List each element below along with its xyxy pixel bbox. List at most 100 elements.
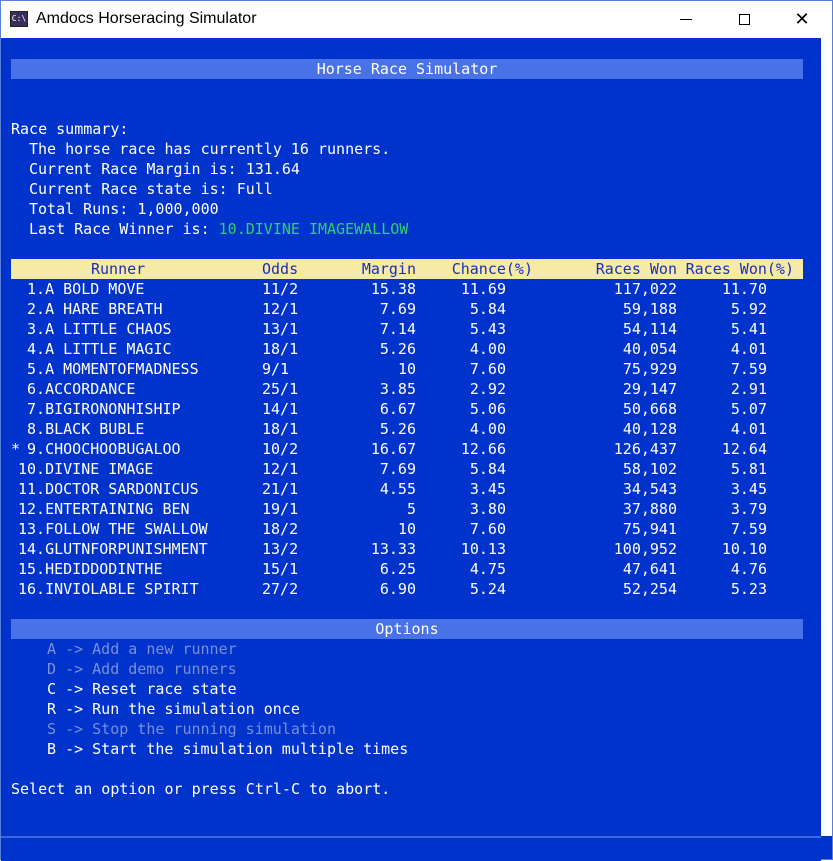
option-key: R bbox=[47, 700, 57, 718]
bottom-edge bbox=[1, 836, 821, 861]
summary-runs: Total Runs: 1,000,000 bbox=[29, 200, 219, 218]
runner-margin: 15.38 bbox=[370, 280, 416, 298]
runner-margin: 16.67 bbox=[370, 440, 416, 458]
runner-races-won: 75,941 bbox=[622, 520, 677, 538]
runner-margin: 10 bbox=[397, 360, 416, 378]
runner-races-won-pct: 5.07 bbox=[730, 400, 767, 418]
close-button[interactable]: ✕ bbox=[772, 1, 832, 38]
runner-odds: 19/1 bbox=[262, 500, 299, 518]
option-label: Stop the running simulation bbox=[92, 720, 336, 738]
summary-runners: The horse race has currently 16 runners. bbox=[29, 140, 391, 158]
option-d[interactable]: D -> Add demo runners bbox=[47, 659, 237, 679]
summary-winner-line: Last Race Winner is: 10.DIVINE IMAGEWALL… bbox=[29, 219, 408, 239]
runner-races-won: 40,054 bbox=[622, 340, 677, 358]
runner-races-won-pct: 7.59 bbox=[730, 520, 767, 538]
runner-races-won-pct: 3.79 bbox=[730, 500, 767, 518]
option-a[interactable]: A -> Add a new runner bbox=[47, 639, 237, 659]
runner-name: 8.BLACK BUBLE bbox=[18, 420, 145, 438]
runner-name: 9.CHOOCHOOBUGALOO bbox=[18, 440, 181, 458]
winner-label: Last Race Winner is: bbox=[29, 220, 219, 238]
runner-name: 16.INVIOLABLE SPIRIT bbox=[18, 580, 199, 598]
option-arrow: -> bbox=[65, 680, 84, 698]
runner-odds: 13/1 bbox=[262, 320, 299, 338]
runner-races-won-pct: 5.92 bbox=[730, 300, 767, 318]
option-label: Add demo runners bbox=[92, 660, 237, 678]
option-r[interactable]: R -> Run the simulation once bbox=[47, 699, 300, 719]
runner-chance: 5.06 bbox=[469, 400, 506, 418]
minimize-button[interactable] bbox=[656, 1, 716, 38]
runner-races-won: 47,641 bbox=[622, 560, 677, 578]
table-row: 5.A MOMENTOFMADNESS 9/1 10 7.60 75,929 7.59 bbox=[11, 359, 803, 379]
runner-races-won: 40,128 bbox=[622, 420, 677, 438]
runner-name: 7.BIGIRONONHISHIP bbox=[18, 400, 181, 418]
title-bar[interactable]: C:\ Amdocs Horseracing Simulator ✕ bbox=[1, 1, 832, 38]
option-key: C bbox=[47, 680, 57, 698]
table-row: 16.INVIOLABLE SPIRIT 27/2 6.90 5.24 52,254 5.… bbox=[11, 579, 803, 599]
runner-odds: 14/1 bbox=[262, 400, 299, 418]
simulator-banner: Horse Race Simulator bbox=[11, 59, 803, 79]
runner-odds: 13/2 bbox=[262, 540, 299, 558]
console-window: C:\ Amdocs Horseracing Simulator ✕ Horse… bbox=[0, 0, 833, 861]
runner-races-won-pct: 10.10 bbox=[721, 540, 767, 558]
runner-name: 14.GLUTNFORPUNISHMENT bbox=[18, 540, 208, 558]
runner-margin: 5 bbox=[406, 500, 416, 518]
runner-name: 15.HEDIDDODINTHE bbox=[18, 560, 163, 578]
option-arrow: -> bbox=[65, 640, 84, 658]
runner-margin: 3.85 bbox=[379, 380, 416, 398]
option-c[interactable]: C -> Reset race state bbox=[47, 679, 237, 699]
runner-odds: 25/1 bbox=[262, 380, 299, 398]
runner-margin: 13.33 bbox=[370, 540, 416, 558]
runner-chance: 12.66 bbox=[460, 440, 506, 458]
runner-chance: 5.24 bbox=[469, 580, 506, 598]
runner-races-won-pct: 7.59 bbox=[730, 360, 767, 378]
runner-chance: 5.43 bbox=[469, 320, 506, 338]
runner-name: 2.A HARE BREATH bbox=[18, 300, 163, 318]
col-runner: Runner bbox=[91, 260, 146, 278]
runner-races-won: 58,102 bbox=[622, 460, 677, 478]
runner-margin: 4.55 bbox=[379, 480, 416, 498]
runner-races-won: 117,022 bbox=[613, 280, 677, 298]
console-output[interactable]: Horse Race Simulator Race summary: The h… bbox=[1, 38, 821, 836]
table-row: * 9.CHOOCHOOBUGALOO 10/2 16.67 12.66 126,437… bbox=[11, 439, 803, 459]
runner-odds: 12/1 bbox=[262, 300, 299, 318]
option-b[interactable]: B -> Start the simulation multiple times bbox=[47, 739, 408, 759]
runner-races-won-pct: 2.91 bbox=[730, 380, 767, 398]
summary-state: Current Race state is: Full bbox=[29, 180, 273, 198]
summary-heading: Race summary: bbox=[11, 120, 129, 138]
table-row: 10.DIVINE IMAGE 12/1 7.69 5.84 58,102 5.81 bbox=[11, 459, 803, 479]
runner-chance: 3.45 bbox=[469, 480, 506, 498]
runner-odds: 27/2 bbox=[262, 580, 299, 598]
runner-margin: 6.90 bbox=[379, 580, 416, 598]
option-s[interactable]: S -> Stop the running simulation bbox=[47, 719, 336, 739]
runner-races-won: 29,147 bbox=[622, 380, 677, 398]
runner-races-won: 52,254 bbox=[622, 580, 677, 598]
runner-name: 3.A LITTLE CHAOS bbox=[18, 320, 172, 338]
runner-chance: 11.69 bbox=[460, 280, 506, 298]
table-row: 3.A LITTLE CHAOS 13/1 7.14 5.43 54,114 5.41 bbox=[11, 319, 803, 339]
option-label: Add a new runner bbox=[92, 640, 237, 658]
table-row: 6.ACCORDANCE 25/1 3.85 2.92 29,147 2.91 bbox=[11, 379, 803, 399]
runner-margin: 5.26 bbox=[379, 420, 416, 438]
runner-races-won: 54,114 bbox=[622, 320, 677, 338]
option-label: Run the simulation once bbox=[92, 700, 300, 718]
runner-chance: 2.92 bbox=[469, 380, 506, 398]
runner-name: 5.A MOMENTOFMADNESS bbox=[18, 360, 199, 378]
runner-races-won: 37,880 bbox=[622, 500, 677, 518]
runner-races-won-pct: 11.70 bbox=[721, 280, 767, 298]
runner-odds: 10/2 bbox=[262, 440, 299, 458]
minimize-icon bbox=[680, 19, 692, 20]
table-header: Runner Odds Margin Chance(%) Races Won R… bbox=[11, 259, 803, 279]
runner-races-won: 75,929 bbox=[622, 360, 677, 378]
option-arrow: -> bbox=[65, 660, 84, 678]
option-key: S bbox=[47, 720, 57, 738]
table-row: 8.BLACK BUBLE 18/1 5.26 4.00 40,128 4.01 bbox=[11, 419, 803, 439]
maximize-button[interactable] bbox=[714, 1, 774, 38]
table-row: 15.HEDIDDODINTHE 15/1 6.25 4.75 47,641 4.76 bbox=[11, 559, 803, 579]
col-chance: Chance(%) bbox=[451, 260, 533, 278]
vertical-scrollbar[interactable] bbox=[821, 38, 832, 836]
runner-name: 6.ACCORDANCE bbox=[18, 380, 136, 398]
close-icon: ✕ bbox=[794, 8, 810, 30]
runner-name: 10.DIVINE IMAGE bbox=[18, 460, 154, 478]
runner-races-won-pct: 3.45 bbox=[730, 480, 767, 498]
option-arrow: -> bbox=[65, 700, 84, 718]
